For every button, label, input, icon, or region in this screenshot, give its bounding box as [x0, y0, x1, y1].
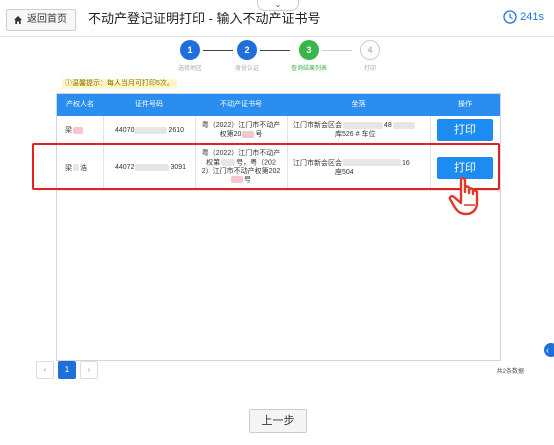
address-line: 库526 # 车位 — [335, 131, 376, 138]
home-icon — [14, 16, 22, 24]
cert-line: 号 — [255, 131, 263, 138]
step-2: 2 身份认证 — [227, 40, 267, 72]
countdown-timer: 241s — [503, 10, 544, 24]
step-1-label: 选择地区 — [177, 66, 202, 72]
side-expand-icon[interactable]: ‹ — [544, 343, 554, 357]
id-suffix: 2610 — [168, 126, 185, 134]
table-header: 产权人名 证件号码 不动产证书号 坐落 操作 — [57, 94, 500, 116]
col-owner: 产权人名 — [66, 101, 94, 108]
col-cert: 不动产证书号 — [220, 101, 262, 108]
back-home-label: 返回首页 — [27, 14, 67, 25]
col-address: 坐落 — [351, 101, 366, 108]
step-4: 4 打印 — [350, 40, 390, 72]
step-2-number: 2 — [237, 40, 257, 60]
cert-line: 粤（2022）江门市不动产 — [201, 122, 281, 129]
print-button[interactable]: 打印 — [437, 119, 493, 141]
col-action: 操作 — [458, 101, 472, 108]
owner-name: 梁 — [65, 127, 72, 134]
step-2-label: 身份认证 — [234, 66, 259, 72]
redacted — [135, 126, 168, 134]
timer-value: 241s — [520, 11, 544, 23]
step-connector — [322, 50, 352, 51]
cert-cell: 粤（2022）江门市不动产 权第20 号 — [195, 116, 287, 144]
address-cell: 江门市新会区会 48 库526 # 车位 — [293, 116, 430, 144]
redacted — [392, 121, 415, 129]
highlight-box — [32, 143, 500, 190]
progress-stepper: 1 选择地区 2 身份认证 3 查询结果列表 4 打印 — [170, 40, 390, 76]
address-line: 48 — [384, 122, 392, 129]
clock-icon — [503, 10, 517, 24]
action-cell: 打印 — [430, 116, 500, 144]
results-table: 产权人名 证件号码 不动产证书号 坐落 操作 梁 44070 2610 粤（202… — [56, 93, 501, 361]
pagination: ‹ 1 › — [36, 361, 98, 379]
step-3: 3 查询结果列表 — [289, 40, 329, 72]
prev-page-button[interactable]: ‹ — [36, 361, 54, 379]
step-3-number: 3 — [299, 40, 319, 60]
cert-line: 权第20 — [219, 131, 242, 138]
table-row: 梁 44070 2610 粤（2022）江门市不动产 权第20 号 江门市新会区会 4… — [57, 116, 500, 145]
total-count: 共2条数据 — [496, 369, 524, 375]
next-page-button[interactable]: › — [80, 361, 98, 379]
id-cell: 44070 2610 — [115, 116, 195, 144]
step-4-number: 4 — [360, 40, 380, 60]
redacted — [343, 121, 383, 129]
col-id: 证件号码 — [135, 101, 163, 108]
step-3-label: 查询结果列表 — [290, 66, 327, 72]
back-home-button[interactable]: 返回首页 — [6, 9, 76, 31]
id-prefix: 44070 — [115, 126, 135, 134]
page-title: 不动产登记证明打印 - 输入不动产证书号 — [88, 11, 321, 26]
notice-hint: ⓘ温馨提示：每人当月可打印5次。 — [62, 79, 177, 89]
owner-cell: 梁 — [65, 116, 103, 144]
previous-step-button[interactable]: 上一步 — [249, 409, 307, 433]
redacted — [73, 126, 83, 134]
redacted — [242, 130, 255, 138]
step-connector — [260, 50, 290, 51]
top-bar: ⌄ 返回首页 不动产登记证明打印 - 输入不动产证书号 241s — [0, 0, 554, 37]
page-1-button[interactable]: 1 — [58, 361, 76, 379]
pointing-hand-icon — [448, 176, 479, 216]
step-1-number: 1 — [180, 40, 200, 60]
step-4-label: 打印 — [363, 66, 376, 72]
step-1: 1 选择地区 — [170, 40, 210, 72]
address-line: 江门市新会区会 — [293, 122, 342, 129]
